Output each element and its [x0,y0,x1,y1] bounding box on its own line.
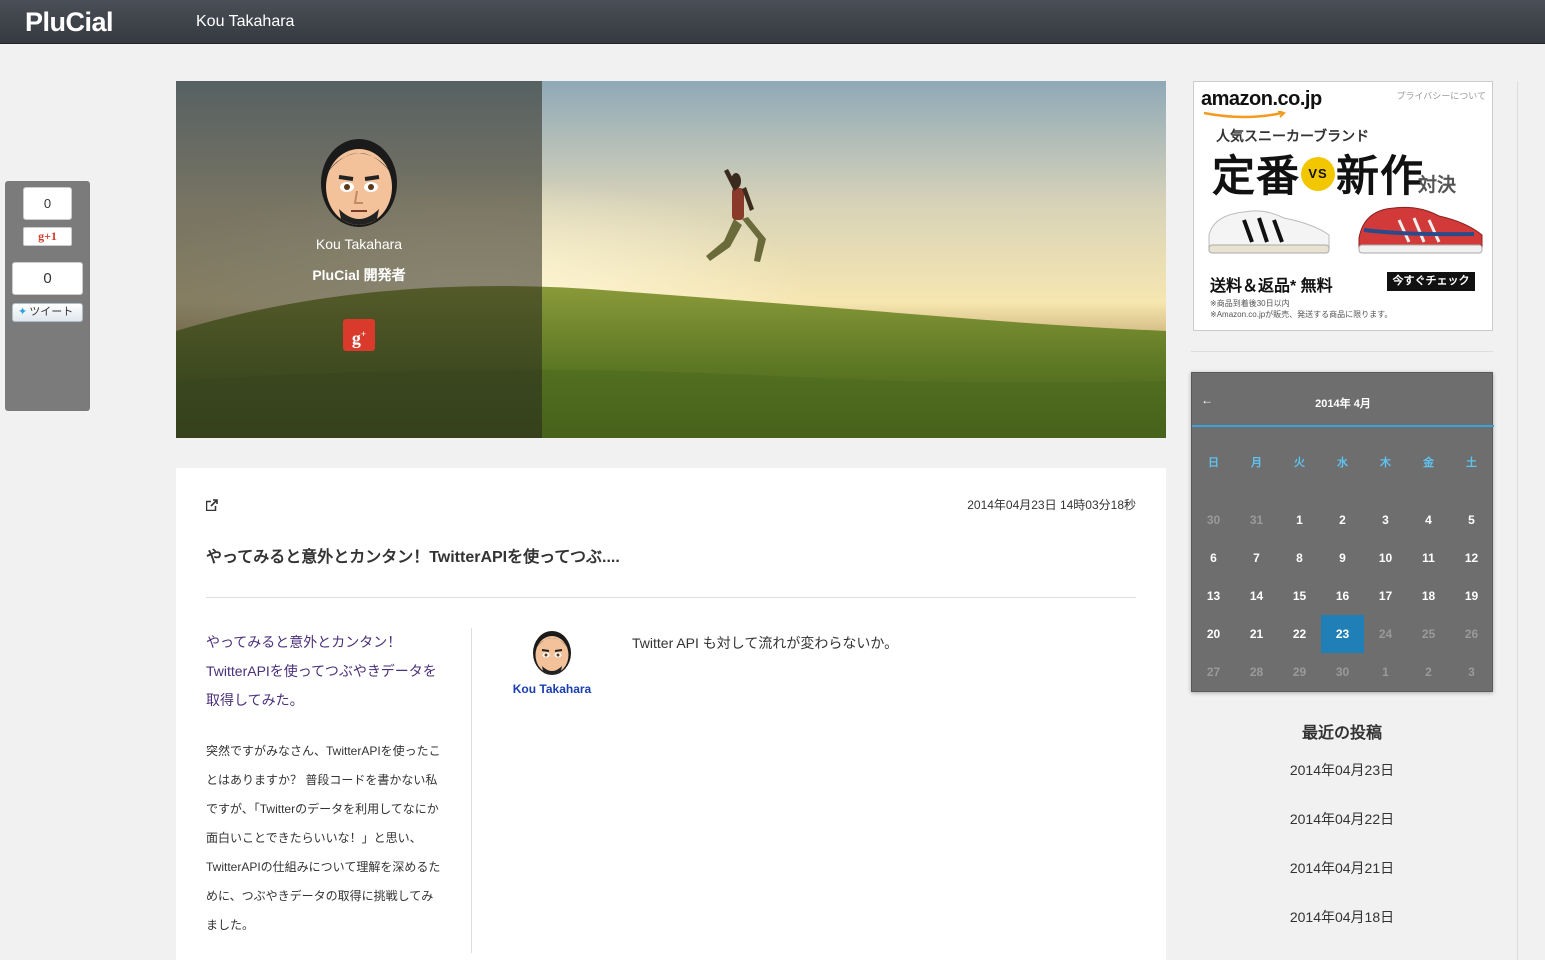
calendar-weekday: 土 [1466,457,1477,469]
ad-check-now-button[interactable]: 今すぐチェック [1387,272,1475,291]
calendar-day[interactable]: 1 [1364,653,1407,691]
ad-vs-badge: VS [1301,156,1335,191]
topbar-user-name[interactable]: Kou Takahara [196,13,294,31]
calendar-weekday: 水 [1337,457,1348,469]
calendar-widget: ← 2014年 4月 日月火水木金土 30 31 1 2 3 4 5 6 7 8 9 10 11 12 13 1… [1191,372,1494,692]
post-date: 2014年04月23日 14時03分18秒 [967,498,1136,512]
recent-post-link[interactable]: 2014年04月23日 [1191,760,1493,780]
calendar-day[interactable]: 20 [1192,615,1235,653]
calendar-day[interactable]: 4 [1407,501,1450,539]
gplus-count: 0 [23,187,72,220]
comment-author-name[interactable]: Kou Takahara [496,682,608,696]
calendar-day[interactable]: 5 [1450,501,1493,539]
ad-shipping-text: 送料＆返品* 無料 [1210,278,1333,295]
calendar-day[interactable]: 25 [1407,615,1450,653]
amazon-logo: amazon.co.jp [1201,88,1322,110]
gplus-one-button[interactable]: g+1 [23,227,72,246]
calendar-day[interactable]: 18 [1407,577,1450,615]
gplus-profile-icon[interactable]: g+ [343,319,375,351]
calendar-weekday: 木 [1380,457,1391,469]
post-content: やってみると意外とカンタン！TwitterAPIを使ってつぶやきデータを取得して… [206,628,441,940]
ad-note-1: ※商品到着後30日以内 [1210,299,1290,308]
calendar-day[interactable]: 2 [1321,501,1364,539]
recent-post-link[interactable]: 2014年04月18日 [1191,907,1493,927]
calendar-month-title: 2014年 4月 [1315,398,1371,410]
social-share-panel: 0 g+1 0 ✦ ツイート [5,181,90,411]
calendar-header-line [1192,425,1494,427]
post-body: 突然ですがみなさん、TwitterAPIを使ったことはありますか？ 普段コードを… [206,744,441,932]
ad-privacy-link[interactable]: プライバシーについて [1396,89,1486,102]
post-title[interactable]: やってみると意外とカンタン！TwitterAPIを使ってつぶ.... [206,543,620,567]
tweet-button-label: ツイート [29,306,74,318]
comment-text: Twitter API も対して流れが変わらないか。 [632,635,899,651]
calendar-day[interactable]: 30 [1192,501,1235,539]
amazon-smile-icon [1203,111,1286,119]
external-link-icon[interactable] [206,499,218,511]
twitter-bird-icon: ✦ [18,306,28,318]
calendar-day[interactable]: 9 [1321,539,1364,577]
profile-avatar[interactable] [319,133,399,229]
post-heading[interactable]: やってみると意外とカンタン！TwitterAPIを使ってつぶやきデータを取得して… [206,628,441,715]
top-navbar: PluCial Kou Takahara [0,0,1545,44]
calendar-day[interactable]: 12 [1450,539,1493,577]
tweet-count: 0 [12,262,83,295]
tweet-button[interactable]: ✦ ツイート [12,303,83,322]
recent-posts-title: 最近の投稿 [1301,725,1382,742]
ad-note-2: ※Amazon.co.jpが販売、発送する商品に限ります。 [1210,310,1393,319]
comment-author-avatar[interactable] [532,628,572,676]
ad-notes: ※商品到着後30日以内 ※Amazon.co.jpが販売、発送する商品に限ります… [1210,298,1392,320]
profile-name: Kou Takahara [315,236,403,252]
column-divider [471,628,472,953]
post-divider [206,597,1136,598]
site-logo[interactable]: PluCial [25,7,114,38]
calendar-weekday: 月 [1251,457,1262,469]
calendar-day[interactable]: 19 [1450,577,1493,615]
calendar-day[interactable]: 29 [1278,653,1321,691]
sidebar-divider [1191,351,1493,352]
calendar-weekday: 日 [1208,457,1219,469]
calendar-day[interactable]: 6 [1192,539,1235,577]
profile-cover: Kou Takahara PluCial 開発者 g+ [176,81,1166,438]
sneakers-image [1208,206,1483,254]
profile-role: PluCial 開発者 [312,267,406,283]
calendar-day[interactable]: 10 [1364,539,1407,577]
sidebar-border [1517,81,1518,960]
calendar-day[interactable]: 26 [1450,615,1493,653]
calendar-day[interactable]: 13 [1192,577,1235,615]
calendar-day[interactable]: 3 [1450,653,1493,691]
calendar-day[interactable]: 1 [1278,501,1321,539]
amazon-ad-banner[interactable]: amazon.co.jp プライバシーについて 人気スニーカーブランド 定番 VS… [1193,81,1493,331]
calendar-weekday: 金 [1423,457,1434,469]
calendar-day[interactable]: 24 [1364,615,1407,653]
calendar-day[interactable]: 3 [1364,501,1407,539]
calendar-day[interactable]: 21 [1235,615,1278,653]
calendar-day[interactable]: 28 [1235,653,1278,691]
recent-post-link[interactable]: 2014年04月21日 [1191,858,1493,878]
calendar-day[interactable]: 15 [1278,577,1321,615]
calendar-day[interactable]: 8 [1278,539,1321,577]
calendar-day[interactable]: 23 [1321,615,1364,653]
calendar-day[interactable]: 2 [1407,653,1450,691]
calendar-day[interactable]: 14 [1235,577,1278,615]
calendar-day[interactable]: 16 [1321,577,1364,615]
calendar-day[interactable]: 31 [1235,501,1278,539]
calendar-day[interactable]: 11 [1407,539,1450,577]
recent-post-link[interactable]: 2014年04月22日 [1191,809,1493,829]
calendar-weekday: 火 [1294,457,1305,469]
post-card: 2014年04月23日 14時03分18秒 やってみると意外とカンタン！Twit… [176,468,1166,960]
calendar-day[interactable]: 30 [1321,653,1364,691]
calendar-day[interactable]: 27 [1192,653,1235,691]
calendar-day[interactable]: 22 [1278,615,1321,653]
calendar-day[interactable]: 7 [1235,539,1278,577]
calendar-day[interactable]: 17 [1364,577,1407,615]
